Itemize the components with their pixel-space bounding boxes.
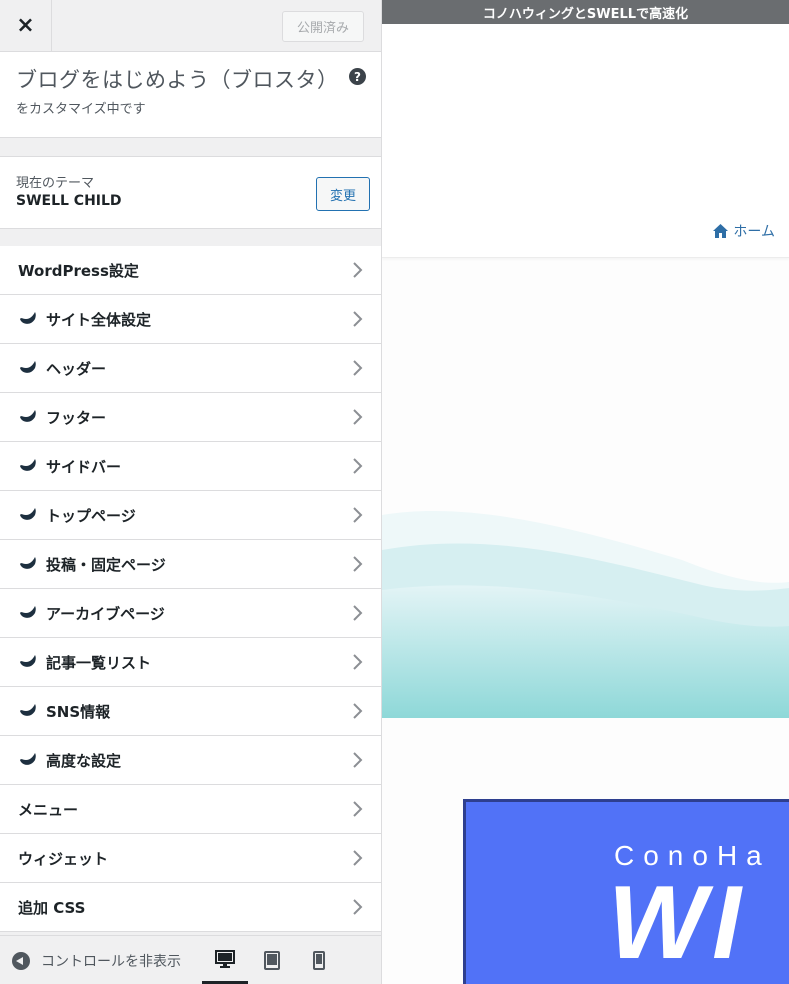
swell-wave-icon — [20, 753, 36, 765]
chevron-right-icon — [353, 409, 363, 425]
chevron-right-icon — [353, 556, 363, 572]
panel-item-label: アーカイブページ — [46, 604, 165, 623]
banner-main-text: WI — [608, 865, 748, 981]
collapse-arrow-icon — [12, 951, 30, 970]
preview-tablet-button[interactable] — [249, 936, 295, 984]
header-wave-decoration — [382, 511, 789, 718]
customizer-sidebar: × 公開済み ブログをはじめよう（ブロスタ） ? をカスタマイズ中です 現在のテ… — [0, 0, 382, 984]
panel-item-7[interactable]: アーカイブページ — [0, 589, 381, 638]
chevron-right-icon — [353, 507, 363, 523]
panel-item-6[interactable]: 投稿・固定ページ — [0, 540, 381, 589]
panel-item-10[interactable]: 高度な設定 — [0, 736, 381, 785]
swell-wave-icon — [20, 606, 36, 618]
chevron-right-icon — [353, 360, 363, 376]
collapse-controls-label: コントロールを非表示 — [41, 953, 181, 970]
help-icon[interactable]: ? — [349, 68, 366, 85]
panel-item-label: 追加 CSS — [18, 898, 86, 917]
panel-item-label: フッター — [46, 408, 107, 427]
chevron-right-icon — [353, 850, 363, 866]
panel-item-3[interactable]: フッター — [0, 393, 381, 442]
conoha-wing-banner[interactable]: ConoHa WI — [463, 799, 789, 984]
swell-wave-icon — [20, 361, 36, 373]
current-theme-label: 現在のテーマ — [16, 176, 95, 191]
mobile-icon — [313, 951, 325, 970]
breadcrumb-home-link[interactable]: ホーム — [713, 221, 775, 241]
chevron-right-icon — [353, 703, 363, 719]
panel-item-11[interactable]: メニュー — [0, 785, 381, 834]
customizer-footer: コントロールを非表示 — [0, 935, 381, 984]
swell-wave-icon — [20, 508, 36, 520]
chevron-right-icon — [353, 654, 363, 670]
chevron-right-icon — [353, 605, 363, 621]
panel-item-label: ウィジェット — [18, 849, 109, 868]
panel-item-label: WordPress設定 — [18, 261, 139, 280]
site-preview: コノハウィングとSWELLで高速化 ホーム ConoHa WI — [382, 0, 789, 984]
change-theme-button[interactable]: 変更 — [316, 177, 370, 211]
panel-item-4[interactable]: サイドバー — [0, 442, 381, 491]
publish-button[interactable]: 公開済み — [282, 11, 364, 42]
panel-item-label: トップページ — [46, 506, 136, 525]
panel-item-label: 高度な設定 — [46, 751, 122, 770]
preview-desktop-button[interactable] — [202, 936, 248, 984]
swell-wave-icon — [20, 655, 36, 667]
panel-item-label: ヘッダー — [46, 359, 107, 378]
chevron-right-icon — [353, 899, 363, 915]
swell-wave-icon — [20, 410, 36, 422]
panel-item-label: メニュー — [18, 800, 79, 819]
close-customizer-button[interactable]: × — [0, 0, 52, 51]
desktop-icon — [215, 949, 235, 968]
panel-item-9[interactable]: SNS情報 — [0, 687, 381, 736]
swell-wave-icon — [20, 557, 36, 569]
site-title-section: ブログをはじめよう（ブロスタ） ? をカスタマイズ中です — [0, 52, 381, 138]
chevron-right-icon — [353, 311, 363, 327]
customizer-header: × 公開済み — [0, 0, 381, 52]
panel-item-label: サイドバー — [46, 457, 122, 476]
swell-wave-icon — [20, 704, 36, 716]
panel-item-1[interactable]: サイト全体設定 — [0, 295, 381, 344]
panel-item-12[interactable]: ウィジェット — [0, 834, 381, 883]
preview-mobile-button[interactable] — [296, 936, 342, 984]
home-icon — [713, 224, 729, 238]
current-theme-section: 現在のテーマ SWELL CHILD 変更 — [0, 156, 381, 229]
current-theme-name: SWELL CHILD — [16, 193, 122, 209]
chevron-right-icon — [353, 752, 363, 768]
site-title: ブログをはじめよう（ブロスタ） — [16, 68, 339, 92]
promo-notice-bar[interactable]: コノハウィングとSWELLで高速化 — [382, 0, 789, 24]
home-label: ホーム — [733, 224, 775, 240]
chevron-right-icon — [353, 801, 363, 817]
panel-item-8[interactable]: 記事一覧リスト — [0, 638, 381, 687]
swell-wave-icon — [20, 459, 36, 471]
chevron-right-icon — [353, 262, 363, 278]
site-header: ホーム — [382, 24, 789, 258]
customizer-panel-list: WordPress設定サイト全体設定 ヘッダーフッターサイドバートップページ投稿・… — [0, 246, 381, 932]
customizing-label: をカスタマイズ中です — [16, 102, 146, 117]
chevron-right-icon — [353, 458, 363, 474]
swell-wave-icon — [20, 312, 36, 324]
panel-item-label: 投稿・固定ページ — [46, 555, 166, 574]
collapse-controls-button[interactable]: コントロールを非表示 — [12, 936, 181, 984]
panel-item-13[interactable]: 追加 CSS — [0, 883, 381, 932]
panel-item-2[interactable]: ヘッダー — [0, 344, 381, 393]
panel-item-label: サイト全体設定 — [46, 310, 152, 329]
tablet-icon — [264, 951, 280, 970]
panel-item-0[interactable]: WordPress設定 — [0, 246, 381, 295]
panel-item-label: 記事一覧リスト — [46, 653, 152, 672]
panel-item-label: SNS情報 — [46, 702, 111, 721]
panel-item-5[interactable]: トップページ — [0, 491, 381, 540]
